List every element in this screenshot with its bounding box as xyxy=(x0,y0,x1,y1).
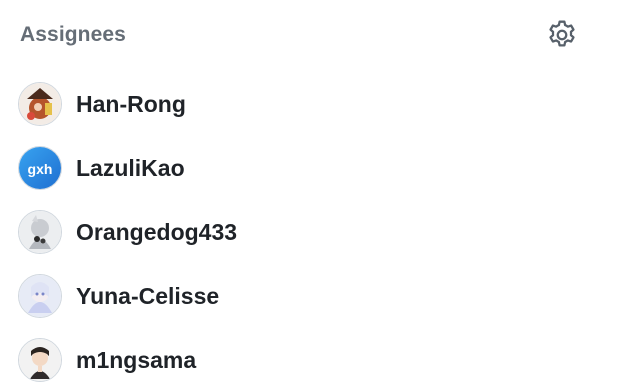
assignees-panel: Assignees Han-Rong gxh LazuliKao Oranged… xyxy=(0,0,618,392)
assignees-header: Assignees xyxy=(20,17,580,57)
assignees-settings-button[interactable] xyxy=(542,17,582,57)
assignee-row[interactable]: Orangedog433 xyxy=(18,200,578,264)
assignee-name: Han-Rong xyxy=(76,90,186,117)
assignees-title: Assignees xyxy=(20,23,126,46)
assignee-name: LazuliKao xyxy=(76,154,185,181)
assignee-name: Orangedog433 xyxy=(76,218,238,245)
svg-text:gxh: gxh xyxy=(28,161,53,177)
avatar xyxy=(18,210,62,254)
avatar: gxh xyxy=(18,146,62,190)
assignee-list: Han-Rong gxh LazuliKao Orangedog433 Yuna… xyxy=(18,72,578,392)
assignee-name: Yuna-Celisse xyxy=(76,282,220,309)
avatar xyxy=(18,338,62,382)
assignee-row[interactable]: gxh LazuliKao xyxy=(18,136,578,200)
avatar xyxy=(18,274,62,318)
assignee-row[interactable]: Han-Rong xyxy=(18,72,578,136)
assignee-name: m1ngsama xyxy=(76,346,197,373)
assignee-row[interactable]: Yuna-Celisse xyxy=(18,264,578,328)
assignee-row[interactable]: m1ngsama xyxy=(18,328,578,392)
gear-icon xyxy=(545,18,579,57)
avatar xyxy=(18,82,62,126)
